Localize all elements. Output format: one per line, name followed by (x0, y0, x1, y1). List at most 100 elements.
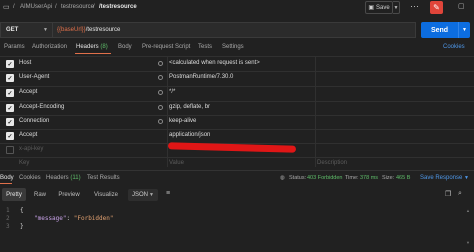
tab-body[interactable]: Body (118, 44, 132, 50)
breadcrumb-request[interactable]: /testresource (99, 4, 137, 10)
response-tab-cookies[interactable]: Cookies (19, 175, 41, 181)
info-icon[interactable] (158, 90, 163, 95)
info-icon[interactable] (158, 105, 163, 110)
table-row (0, 115, 474, 130)
view-preview-button[interactable]: Preview (54, 188, 84, 201)
time-value: 378 ms (360, 175, 379, 181)
active-tab-indicator (75, 53, 111, 54)
edit-button[interactable]: ✎ (430, 1, 443, 14)
info-icon[interactable] (158, 75, 163, 80)
info-icon[interactable] (158, 119, 163, 124)
tab-tests[interactable]: Tests (198, 44, 212, 50)
header-key[interactable]: Connection (19, 118, 49, 124)
header-value[interactable]: <calculated when request is sent> (169, 60, 260, 66)
time-label: Time: (345, 175, 359, 181)
save-icon: ▣ (368, 5, 374, 11)
tab-headers-label: Headers (76, 44, 99, 50)
response-tab-headers-count: (11) (70, 175, 81, 181)
line-number: 2 (6, 215, 10, 222)
header-key[interactable]: Accept (19, 89, 37, 95)
header-checkbox[interactable]: ✓ (6, 118, 14, 126)
breadcrumb-collection[interactable]: AIMUserApi (20, 4, 52, 10)
table-row (0, 86, 474, 101)
header-value[interactable]: */* (169, 89, 175, 95)
response-tab-body[interactable]: Body (0, 175, 14, 181)
send-button[interactable]: Send (421, 22, 458, 38)
status-label: Status: (289, 175, 307, 181)
active-response-tab-indicator (0, 183, 12, 184)
breadcrumb-sep-1: / (13, 4, 15, 10)
chevron-down-icon: ▼ (149, 192, 154, 198)
header-key[interactable]: Accept-Encoding (19, 104, 64, 110)
header-checkbox[interactable] (6, 146, 14, 154)
more-options-icon[interactable]: ⋯ (410, 1, 419, 12)
response-tab-test-results[interactable]: Test Results (87, 175, 120, 181)
save-response-label: Save Response (420, 175, 463, 181)
response-divider (0, 170, 474, 171)
send-label: Send (430, 26, 449, 34)
cookies-link[interactable]: Cookies (443, 44, 465, 50)
tab-authorization[interactable]: Authorization (32, 44, 67, 50)
table-row (0, 129, 474, 144)
view-visualize-button[interactable]: Visualize (88, 188, 124, 201)
wrap-lines-icon[interactable]: ≡ (166, 190, 170, 197)
chevron-down-icon: ▼ (462, 27, 467, 33)
save-label: Save (375, 4, 390, 11)
tab-pre-request-script[interactable]: Pre-request Script (142, 44, 190, 50)
breadcrumb-folder[interactable]: testresource (61, 4, 94, 10)
tab-params[interactable]: Params (4, 44, 25, 50)
url-input[interactable]: {{baseUrl}} /testresource (52, 22, 416, 38)
scrollbar[interactable] (466, 200, 470, 240)
save-response-button[interactable]: Save Response ▼ (420, 175, 469, 181)
tab-headers[interactable]: Headers (8) (76, 44, 108, 50)
header-checkbox[interactable]: ✓ (6, 89, 14, 97)
format-select[interactable]: JSON ▼ (128, 189, 158, 201)
header-value[interactable]: keep-alive (169, 118, 196, 124)
format-label: JSON (132, 192, 149, 198)
header-checkbox[interactable]: ✓ (6, 104, 14, 112)
size-value: 465 B (396, 175, 411, 181)
method-select[interactable]: GET ▼ (0, 22, 52, 38)
url-variable: {{baseUrl}} (57, 27, 86, 33)
chevron-down-icon: ▼ (43, 27, 48, 33)
header-key[interactable]: User-Agent (19, 74, 49, 80)
view-raw-button[interactable]: Raw (30, 188, 50, 201)
response-tab-headers[interactable]: Headers (11) (46, 175, 81, 181)
table-row (0, 101, 474, 116)
description-placeholder[interactable]: Description (317, 160, 347, 166)
search-icon[interactable]: ⌕ (458, 190, 462, 198)
line-number: 1 (6, 207, 10, 214)
tab-settings[interactable]: Settings (222, 44, 244, 50)
send-dropdown-button[interactable]: ▼ (458, 22, 470, 38)
key-placeholder[interactable]: Key (19, 160, 29, 166)
response-tab-headers-label: Headers (46, 175, 69, 181)
value-placeholder[interactable]: Value (169, 160, 184, 166)
header-checkbox[interactable]: ✓ (6, 132, 14, 140)
copy-icon[interactable]: ❐ (445, 190, 451, 198)
info-icon[interactable] (158, 61, 163, 66)
view-pretty-button[interactable]: Pretty (2, 188, 26, 201)
scroll-up-icon[interactable]: ▲ (466, 208, 470, 213)
globe-icon: ◍ (280, 175, 285, 181)
json-close-brace: } (20, 223, 24, 230)
http-request-icon: ▭ (3, 4, 10, 11)
header-value[interactable]: application/json (169, 132, 210, 138)
url-path: /testresource (85, 27, 121, 33)
header-checkbox[interactable]: ✓ (6, 60, 14, 68)
save-dropdown-button[interactable]: ▼ (393, 1, 400, 14)
size-label: Size: (382, 175, 395, 181)
pencil-icon: ✎ (433, 3, 440, 12)
json-colon: : (66, 215, 74, 222)
json-open-brace: { (20, 207, 24, 214)
header-key[interactable]: Host (19, 60, 31, 66)
json-line: "message": "Forbidden" (34, 215, 114, 222)
comments-icon[interactable]: ▢ (458, 2, 465, 10)
header-key[interactable]: Accept (19, 132, 37, 138)
header-value[interactable]: gzip, deflate, br (169, 104, 210, 110)
header-value[interactable]: PostmanRuntime/7.30.0 (169, 74, 233, 80)
save-button[interactable]: ▣ Save (365, 1, 393, 14)
header-checkbox[interactable]: ✓ (6, 74, 14, 82)
header-key[interactable]: x-api-key (19, 146, 43, 152)
json-value: "Forbidden" (73, 215, 114, 222)
scroll-down-icon[interactable]: ▼ (466, 240, 470, 245)
